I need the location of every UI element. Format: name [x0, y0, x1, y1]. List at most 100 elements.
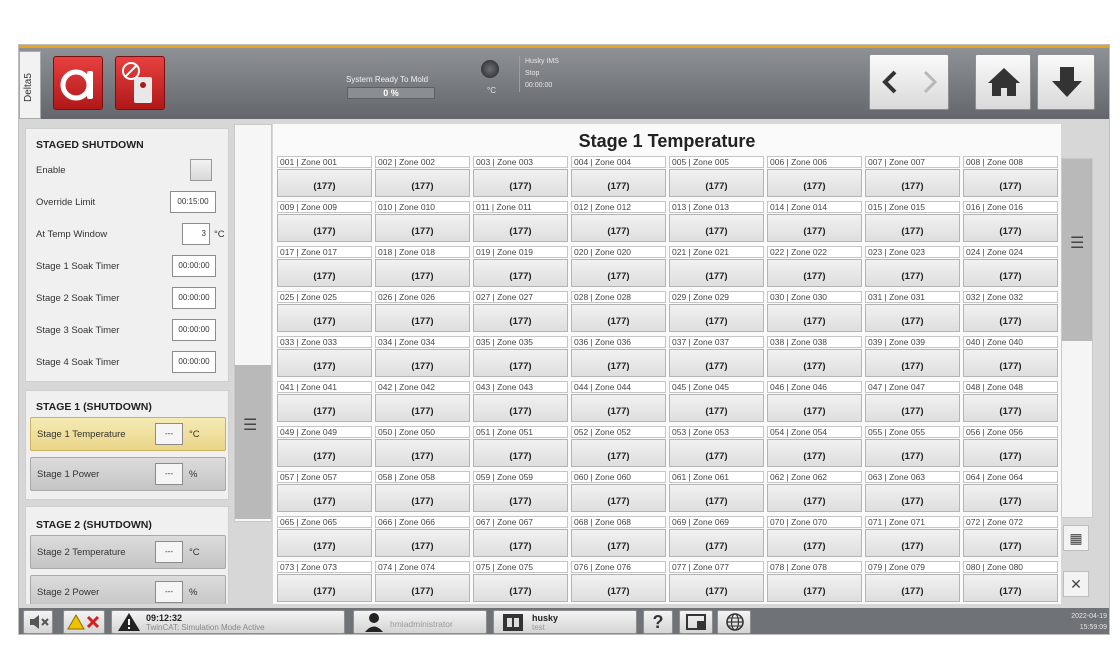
zone-tile[interactable]: 043 | Zone 043 (177): [473, 381, 568, 424]
zone-value[interactable]: (177): [473, 304, 568, 332]
zone-tile[interactable]: 020 | Zone 020 (177): [571, 246, 666, 289]
zone-value[interactable]: (177): [571, 394, 666, 422]
zone-tile[interactable]: 033 | Zone 033 (177): [277, 336, 372, 379]
zone-value[interactable]: (177): [963, 574, 1058, 602]
zone-tile[interactable]: 066 | Zone 066 (177): [375, 516, 470, 559]
override-limit-input[interactable]: 00:15:00: [170, 191, 216, 213]
zone-value[interactable]: (177): [963, 304, 1058, 332]
zone-value[interactable]: (177): [669, 484, 764, 512]
zone-value[interactable]: (177): [571, 214, 666, 242]
zone-value[interactable]: (177): [865, 484, 960, 512]
zone-value[interactable]: (177): [473, 259, 568, 287]
zone-tile[interactable]: 073 | Zone 073 (177): [277, 561, 372, 604]
zone-tile[interactable]: 072 | Zone 072 (177): [963, 516, 1058, 559]
zone-tile[interactable]: 031 | Zone 031 (177): [865, 291, 960, 334]
zone-tile[interactable]: 065 | Zone 065 (177): [277, 516, 372, 559]
zone-tile[interactable]: 051 | Zone 051 (177): [473, 426, 568, 469]
zone-tile[interactable]: 044 | Zone 044 (177): [571, 381, 666, 424]
zone-value[interactable]: (177): [473, 529, 568, 557]
zone-value[interactable]: (177): [767, 214, 862, 242]
alarm-banner[interactable]: 09:12:32 TwinCAT: Simulation Mode Active: [111, 610, 345, 634]
zone-tile[interactable]: 003 | Zone 003 (177): [473, 156, 568, 199]
zone-tile[interactable]: 052 | Zone 052 (177): [571, 426, 666, 469]
zone-tile[interactable]: 041 | Zone 041 (177): [277, 381, 372, 424]
zone-tile[interactable]: 005 | Zone 005 (177): [669, 156, 764, 199]
zone-value[interactable]: (177): [669, 349, 764, 377]
zone-tile[interactable]: 017 | Zone 017 (177): [277, 246, 372, 289]
zone-value[interactable]: (177): [473, 574, 568, 602]
zone-value[interactable]: (177): [865, 529, 960, 557]
help-button[interactable]: ?: [643, 610, 673, 634]
zone-value[interactable]: (177): [669, 439, 764, 467]
zone-value[interactable]: (177): [473, 484, 568, 512]
zone-value[interactable]: (177): [277, 214, 372, 242]
zone-value[interactable]: (177): [767, 439, 862, 467]
zone-tile[interactable]: 006 | Zone 006 (177): [767, 156, 862, 199]
zone-value[interactable]: (177): [277, 529, 372, 557]
zone-value[interactable]: (177): [571, 529, 666, 557]
zone-tile[interactable]: 075 | Zone 075 (177): [473, 561, 568, 604]
zone-value[interactable]: (177): [473, 169, 568, 197]
zone-value[interactable]: (177): [767, 394, 862, 422]
zone-tile[interactable]: 049 | Zone 049 (177): [277, 426, 372, 469]
zone-tile[interactable]: 036 | Zone 036 (177): [571, 336, 666, 379]
zone-tile[interactable]: 064 | Zone 064 (177): [963, 471, 1058, 514]
zone-value[interactable]: (177): [375, 259, 470, 287]
zone-value[interactable]: (177): [571, 439, 666, 467]
zone-tile[interactable]: 071 | Zone 071 (177): [865, 516, 960, 559]
screenshot-button[interactable]: [679, 610, 713, 634]
zone-value[interactable]: (177): [375, 574, 470, 602]
zone-value[interactable]: (177): [473, 214, 568, 242]
zone-value[interactable]: (177): [571, 304, 666, 332]
zone-tile[interactable]: 055 | Zone 055 (177): [865, 426, 960, 469]
zone-value[interactable]: (177): [375, 304, 470, 332]
soak-timer-input[interactable]: 00:00:00: [172, 287, 216, 309]
zone-tile[interactable]: 025 | Zone 025 (177): [277, 291, 372, 334]
zone-tile[interactable]: 061 | Zone 061 (177): [669, 471, 764, 514]
zone-tile[interactable]: 004 | Zone 004 (177): [571, 156, 666, 199]
zone-tile[interactable]: 030 | Zone 030 (177): [767, 291, 862, 334]
zone-value[interactable]: (177): [375, 394, 470, 422]
zone-value[interactable]: (177): [375, 529, 470, 557]
menu-icon[interactable]: ☰: [1070, 233, 1084, 253]
zone-value[interactable]: (177): [375, 439, 470, 467]
zone-value[interactable]: (177): [277, 349, 372, 377]
zone-value[interactable]: (177): [375, 214, 470, 242]
zone-tile[interactable]: 013 | Zone 013 (177): [669, 201, 764, 244]
user-button[interactable]: hmiadministrator: [353, 610, 487, 634]
zone-tile[interactable]: 034 | Zone 034 (177): [375, 336, 470, 379]
zone-tile[interactable]: 010 | Zone 010 (177): [375, 201, 470, 244]
zone-value[interactable]: (177): [865, 349, 960, 377]
zone-value[interactable]: (177): [767, 259, 862, 287]
zone-value[interactable]: (177): [571, 484, 666, 512]
no-power-button[interactable]: [115, 56, 165, 110]
zone-tile[interactable]: 076 | Zone 076 (177): [571, 561, 666, 604]
zone-tile[interactable]: 067 | Zone 067 (177): [473, 516, 568, 559]
zone-value[interactable]: (177): [669, 259, 764, 287]
zone-value[interactable]: (177): [963, 394, 1058, 422]
zone-value[interactable]: (177): [669, 169, 764, 197]
soak-timer-input[interactable]: 00:00:00: [172, 319, 216, 341]
mute-button[interactable]: [23, 610, 53, 634]
zone-tile[interactable]: 062 | Zone 062 (177): [767, 471, 862, 514]
zone-value[interactable]: (177): [963, 529, 1058, 557]
zone-value[interactable]: (177): [767, 574, 862, 602]
zone-tile[interactable]: 012 | Zone 012 (177): [571, 201, 666, 244]
zone-tile[interactable]: 058 | Zone 058 (177): [375, 471, 470, 514]
zone-tile[interactable]: 019 | Zone 019 (177): [473, 246, 568, 289]
stage-2-power-button[interactable]: Stage 2 Power --- %: [30, 575, 226, 604]
zone-value[interactable]: (177): [865, 394, 960, 422]
zone-value[interactable]: (177): [277, 439, 372, 467]
zone-tile[interactable]: 079 | Zone 079 (177): [865, 561, 960, 604]
panel-scroll-thumb[interactable]: [235, 365, 271, 519]
zone-value[interactable]: (177): [473, 439, 568, 467]
zone-value[interactable]: (177): [865, 304, 960, 332]
zone-value[interactable]: (177): [277, 574, 372, 602]
zone-value[interactable]: (177): [375, 484, 470, 512]
zone-tile[interactable]: 018 | Zone 018 (177): [375, 246, 470, 289]
zone-value[interactable]: (177): [865, 214, 960, 242]
heater-off-button[interactable]: [53, 56, 103, 110]
zone-value[interactable]: (177): [963, 169, 1058, 197]
zone-value[interactable]: (177): [669, 304, 764, 332]
zone-value[interactable]: (177): [277, 484, 372, 512]
